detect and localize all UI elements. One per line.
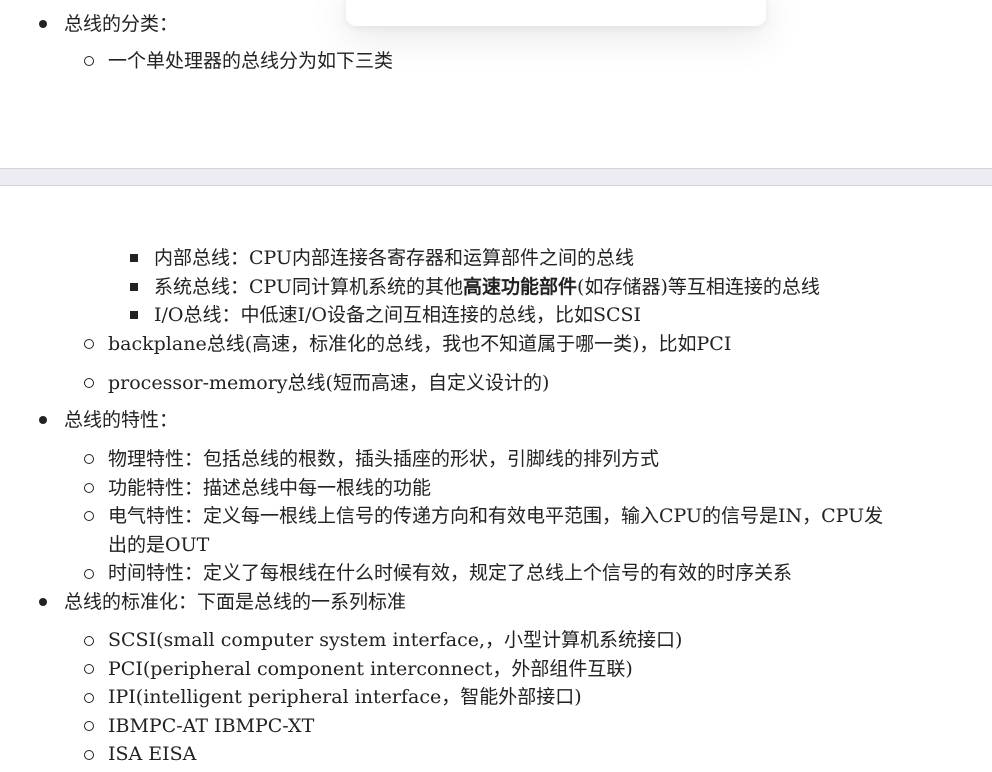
list-item-internal-bus: 内部总线：CPU内部连接各寄存器和运算部件之间的总线 xyxy=(154,247,635,269)
bullet-square-icon xyxy=(130,283,138,291)
bullet-square-icon xyxy=(130,254,138,262)
list-item-pci: PCI(peripheral component interconnect，外部… xyxy=(108,658,633,680)
page-break xyxy=(0,168,992,186)
bullet-circle-icon xyxy=(84,721,94,731)
bullet-square-icon xyxy=(130,311,138,319)
list-item-system-bus: 系统总线：CPU同计算机系统的其他高速功能部件(如存储器)等互相连接的总线 xyxy=(154,275,820,299)
system-bus-emphasis: 高速功能部件 xyxy=(463,276,578,298)
bullet-circle-icon xyxy=(84,511,94,521)
bullet-circle-icon xyxy=(84,750,94,760)
bullet-circle-icon xyxy=(84,339,94,349)
list-item-processor-memory-bus: processor-memory总线(短而高速，自定义设计的) xyxy=(108,372,550,394)
list-item-isa: ISA EISA xyxy=(108,743,197,765)
bullet-circle-icon xyxy=(84,636,94,646)
list-item-functional: 功能特性：描述总线中每一根线的功能 xyxy=(108,477,432,499)
bullet-circle-icon xyxy=(84,483,94,493)
list-item-characteristics-heading: 总线的特性： xyxy=(64,409,179,431)
list-item-timing: 时间特性：定义了每根线在什么时候有效，规定了总线上个信号的有效的时序关系 xyxy=(108,562,793,584)
floating-panel xyxy=(346,0,766,26)
bullet-disc-icon xyxy=(39,20,47,28)
bullet-disc-icon xyxy=(39,598,47,606)
bullet-circle-icon xyxy=(84,569,94,579)
system-bus-suffix: (如存储器)等互相连接的总线 xyxy=(577,276,820,298)
list-item-electrical-continued: 出的是OUT xyxy=(108,534,210,556)
document-page-upper: 总线的分类： 一个单处理器的总线分为如下三类 xyxy=(0,0,992,168)
list-item-ibmpc: IBMPC-AT IBMPC-XT xyxy=(108,715,315,737)
list-item-backplane-bus: backplane总线(高速，标准化的总线，我也不知道属于哪一类)，比如PCI xyxy=(108,333,732,355)
list-item-bus-classification: 总线的分类： xyxy=(64,13,179,35)
list-item-scsi: SCSI(small computer system interface,，小型… xyxy=(108,629,683,651)
document-page-lower: 内部总线：CPU内部连接各寄存器和运算部件之间的总线 系统总线：CPU同计算机系… xyxy=(0,186,992,772)
bullet-circle-icon xyxy=(84,56,94,66)
system-bus-prefix: 系统总线：CPU同计算机系统的其他 xyxy=(154,276,464,298)
list-item-electrical: 电气特性：定义每一根线上信号的传递方向和有效电平范围，输入CPU的信号是IN，C… xyxy=(108,505,884,527)
list-item-physical: 物理特性：包括总线的根数，插头插座的形状，引脚线的排列方式 xyxy=(108,448,660,470)
bullet-circle-icon xyxy=(84,664,94,674)
list-item-ipi: IPI(intelligent peripheral interface，智能外… xyxy=(108,686,582,708)
bullet-circle-icon xyxy=(84,454,94,464)
bullet-circle-icon xyxy=(84,378,94,388)
bullet-circle-icon xyxy=(84,693,94,703)
bullet-disc-icon xyxy=(39,416,47,424)
list-item-io-bus: I/O总线：中低速I/O设备之间互相连接的总线，比如SCSI xyxy=(154,304,642,326)
list-item-standardization-heading: 总线的标准化：下面是总线的一系列标准 xyxy=(64,591,407,613)
list-item-single-processor-types: 一个单处理器的总线分为如下三类 xyxy=(108,50,394,72)
